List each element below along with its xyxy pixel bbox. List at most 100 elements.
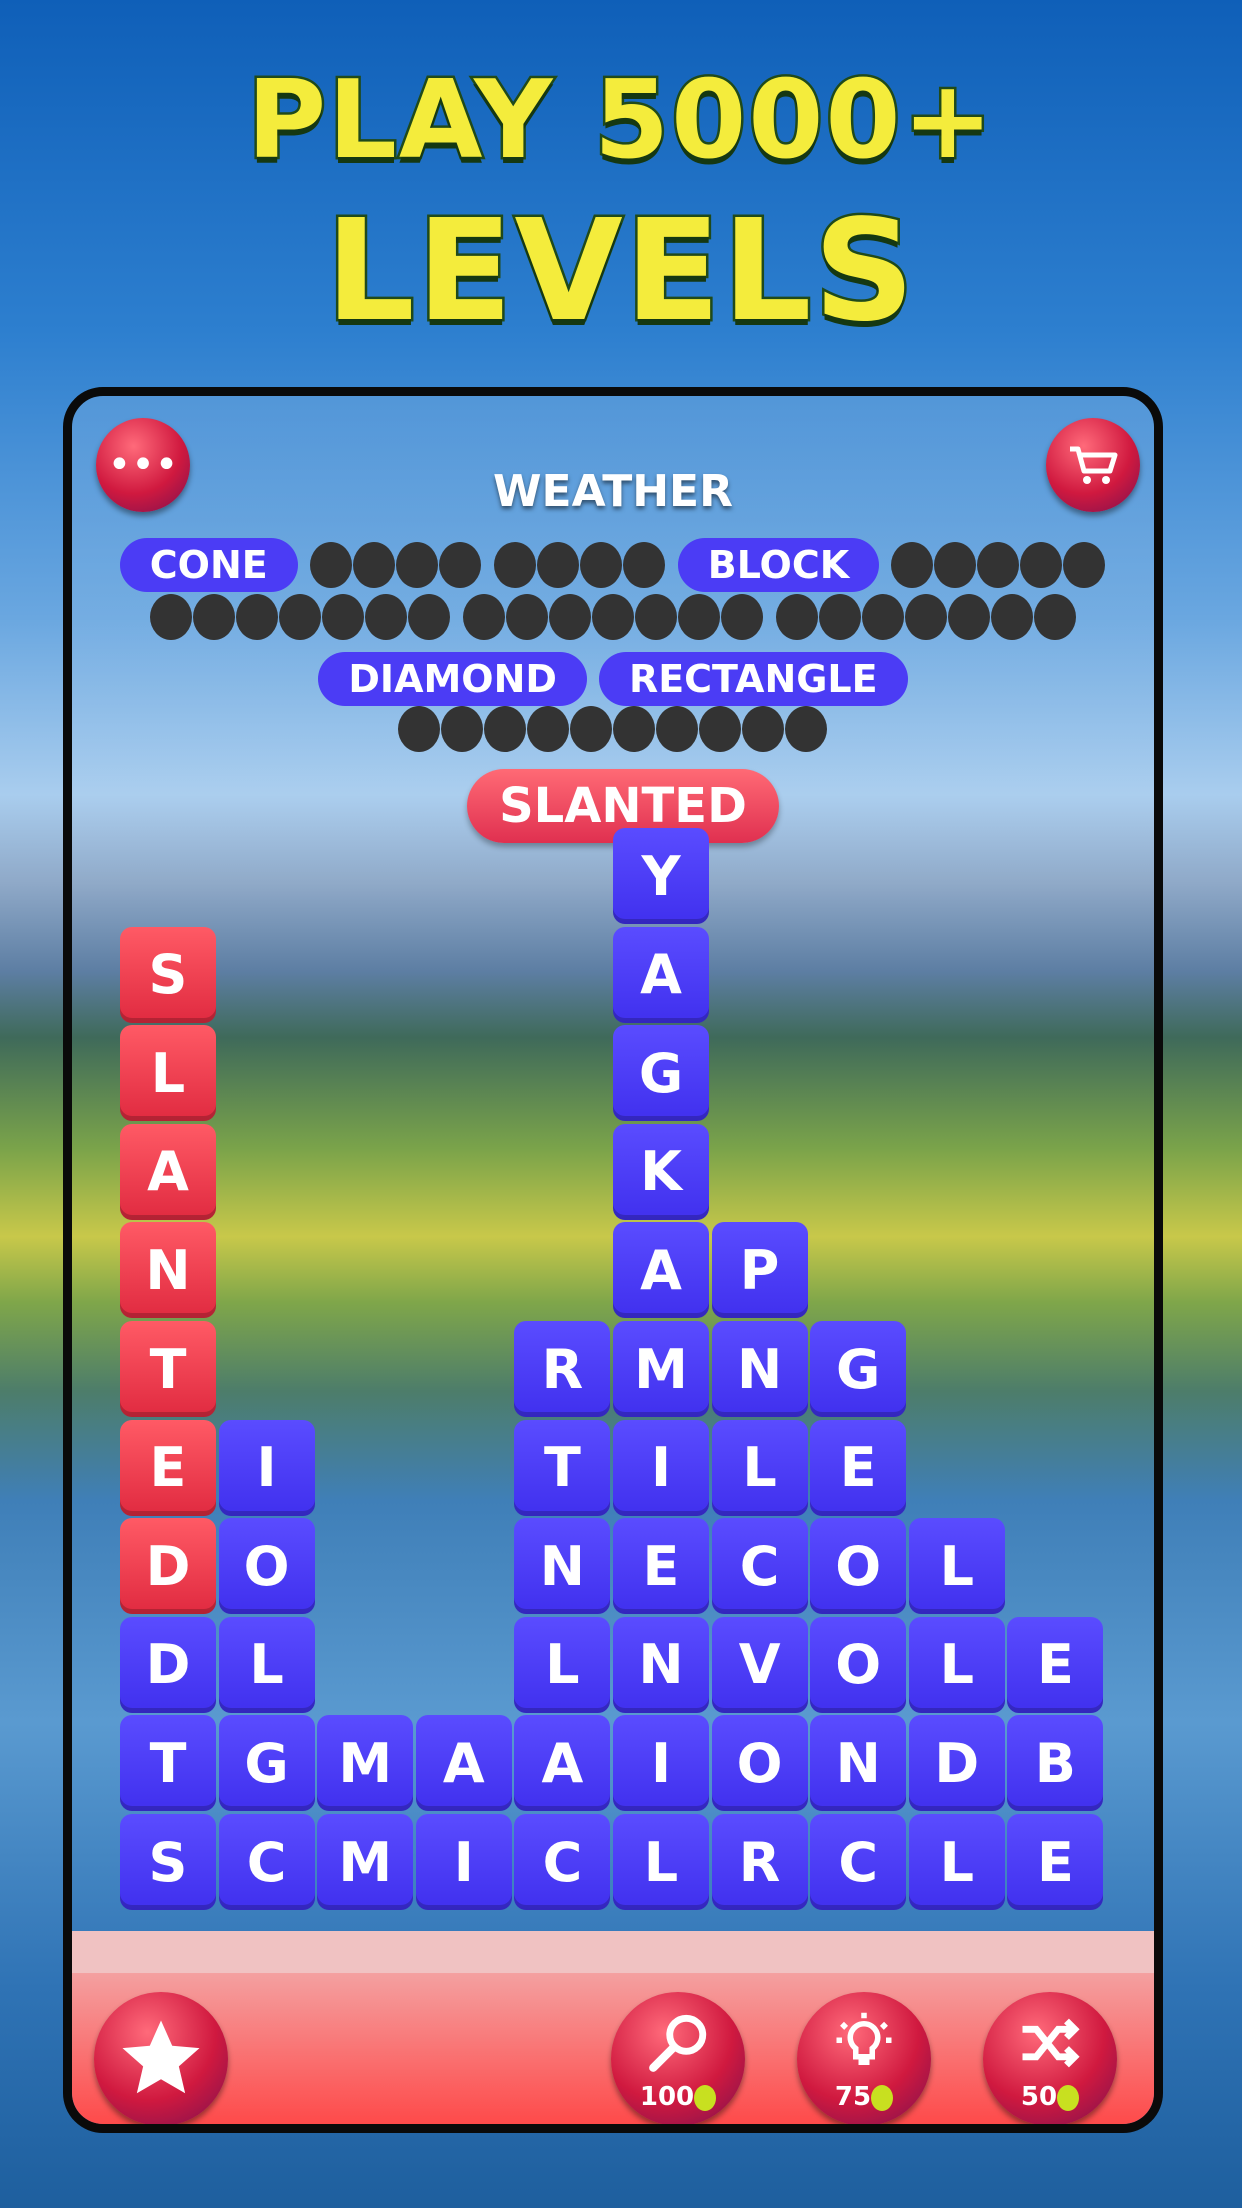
letter-tile[interactable]: N	[711, 1321, 808, 1417]
letter-tile[interactable]: C	[218, 1814, 315, 1910]
letter-tile[interactable]: L	[613, 1814, 709, 1910]
letter-tile[interactable]: O	[218, 1518, 315, 1615]
letter-tile[interactable]: A	[613, 926, 709, 1023]
letter-tile[interactable]: T	[514, 1419, 611, 1516]
game-board: ••• WEATHER CONE BLOCK DIAMOND RECTANGLE SL…	[63, 387, 1163, 2133]
shuffle-button[interactable]: 50	[983, 1992, 1117, 2124]
letter-tile[interactable]: G	[218, 1715, 315, 1812]
letter-slot	[990, 594, 1033, 640]
letter-tile[interactable]: I	[613, 1419, 709, 1516]
letter-tile-selected[interactable]: D	[120, 1518, 216, 1615]
letter-slot	[438, 542, 481, 588]
hidden-word	[493, 542, 666, 588]
letter-tile-selected[interactable]: A	[120, 1123, 216, 1220]
letter-slot	[398, 706, 440, 752]
letter-tile-selected[interactable]: L	[120, 1025, 216, 1122]
letter-tile[interactable]: S	[120, 1814, 216, 1910]
letter-tile[interactable]: E	[1007, 1814, 1104, 1910]
cost-label: 100	[611, 2082, 745, 2112]
letter-tile[interactable]: L	[908, 1616, 1005, 1713]
hint-row	[72, 594, 1154, 640]
letter-slot	[1033, 594, 1076, 640]
letter-tile[interactable]: D	[908, 1715, 1005, 1812]
letter-slot	[278, 594, 321, 640]
letter-tile[interactable]: A	[613, 1222, 709, 1319]
letter-slot	[149, 594, 192, 640]
found-word: RECTANGLE	[598, 652, 908, 706]
letter-slot	[364, 594, 407, 640]
letter-tile[interactable]: B	[1007, 1715, 1104, 1812]
letter-tile[interactable]: C	[711, 1518, 808, 1615]
letter-tile-selected[interactable]: S	[120, 926, 216, 1023]
letter-tile[interactable]: M	[613, 1321, 709, 1417]
letter-slot	[395, 542, 438, 588]
hidden-word	[775, 594, 1077, 640]
letter-tile[interactable]: N	[613, 1616, 709, 1713]
magnifier-icon	[649, 2014, 707, 2072]
letter-tile[interactable]: D	[120, 1616, 216, 1713]
letter-tile[interactable]: E	[613, 1518, 709, 1615]
coin-icon	[694, 2084, 717, 2111]
letter-slot	[548, 594, 591, 640]
letter-slot	[1020, 542, 1063, 588]
letter-tile[interactable]: E	[810, 1419, 907, 1516]
letter-tile[interactable]: N	[810, 1715, 907, 1812]
promo-title-line2: LEVELS	[323, 188, 917, 356]
category-title: WEATHER	[492, 466, 733, 517]
letter-slot	[441, 706, 483, 752]
letter-tile[interactable]: L	[908, 1518, 1005, 1615]
letter-slot	[527, 706, 569, 752]
cost-value: 50	[1020, 2082, 1058, 2112]
letter-tile[interactable]: C	[514, 1814, 611, 1910]
hidden-word	[398, 706, 828, 752]
letter-tile[interactable]: V	[711, 1616, 808, 1713]
letter-tile[interactable]: A	[415, 1715, 512, 1812]
hidden-word	[149, 594, 451, 640]
letter-tile[interactable]: G	[810, 1321, 907, 1417]
letter-tile[interactable]: R	[711, 1814, 808, 1910]
letter-slot	[613, 706, 655, 752]
letter-slot	[579, 542, 622, 588]
letter-slot	[947, 594, 990, 640]
letter-slot	[977, 542, 1020, 588]
hint-row: DIAMOND RECTANGLE	[72, 652, 1154, 706]
coin-icon	[1057, 2084, 1080, 2111]
letter-slot	[321, 594, 364, 640]
letter-tile[interactable]: O	[810, 1616, 907, 1713]
letter-tile[interactable]: M	[317, 1814, 414, 1910]
hint-row	[72, 706, 1154, 752]
letter-tile[interactable]: O	[810, 1518, 907, 1615]
letter-tile[interactable]: A	[514, 1715, 611, 1812]
letter-slot	[904, 594, 947, 640]
letter-tile-selected[interactable]: T	[120, 1321, 216, 1417]
cost-value: 100	[639, 2082, 695, 2112]
star-icon	[122, 2020, 200, 2094]
letter-tile[interactable]: P	[711, 1222, 808, 1319]
letter-tile[interactable]: Y	[613, 828, 709, 924]
magnifier-button[interactable]: 100	[611, 1992, 745, 2124]
letter-slot	[699, 706, 741, 752]
letter-tile[interactable]: L	[218, 1616, 315, 1713]
letter-tile[interactable]: L	[514, 1616, 611, 1713]
letter-tile[interactable]: I	[218, 1419, 315, 1516]
hint-button[interactable]: 75	[797, 1992, 931, 2124]
letter-tile[interactable]: T	[120, 1715, 216, 1812]
favorite-button[interactable]	[94, 1992, 228, 2124]
letter-tile[interactable]: E	[1007, 1616, 1104, 1713]
letter-tile[interactable]: I	[613, 1715, 709, 1812]
letter-tile-selected[interactable]: N	[120, 1222, 216, 1319]
shuffle-icon	[1022, 2018, 1080, 2068]
letter-tile[interactable]: C	[810, 1814, 907, 1910]
letter-tile[interactable]: N	[514, 1518, 611, 1615]
letter-tile[interactable]: M	[317, 1715, 414, 1812]
letter-tile[interactable]: L	[711, 1419, 808, 1516]
letter-tile[interactable]: R	[514, 1321, 611, 1417]
letter-tile[interactable]: O	[711, 1715, 808, 1812]
letter-tile[interactable]: G	[613, 1025, 709, 1122]
letter-tile-selected[interactable]: E	[120, 1419, 216, 1516]
letter-tile[interactable]: L	[908, 1814, 1005, 1910]
hint-row: CONE BLOCK	[72, 538, 1154, 592]
found-word: DIAMOND	[318, 652, 587, 706]
letter-tile[interactable]: K	[613, 1123, 709, 1220]
letter-tile[interactable]: I	[415, 1814, 512, 1910]
